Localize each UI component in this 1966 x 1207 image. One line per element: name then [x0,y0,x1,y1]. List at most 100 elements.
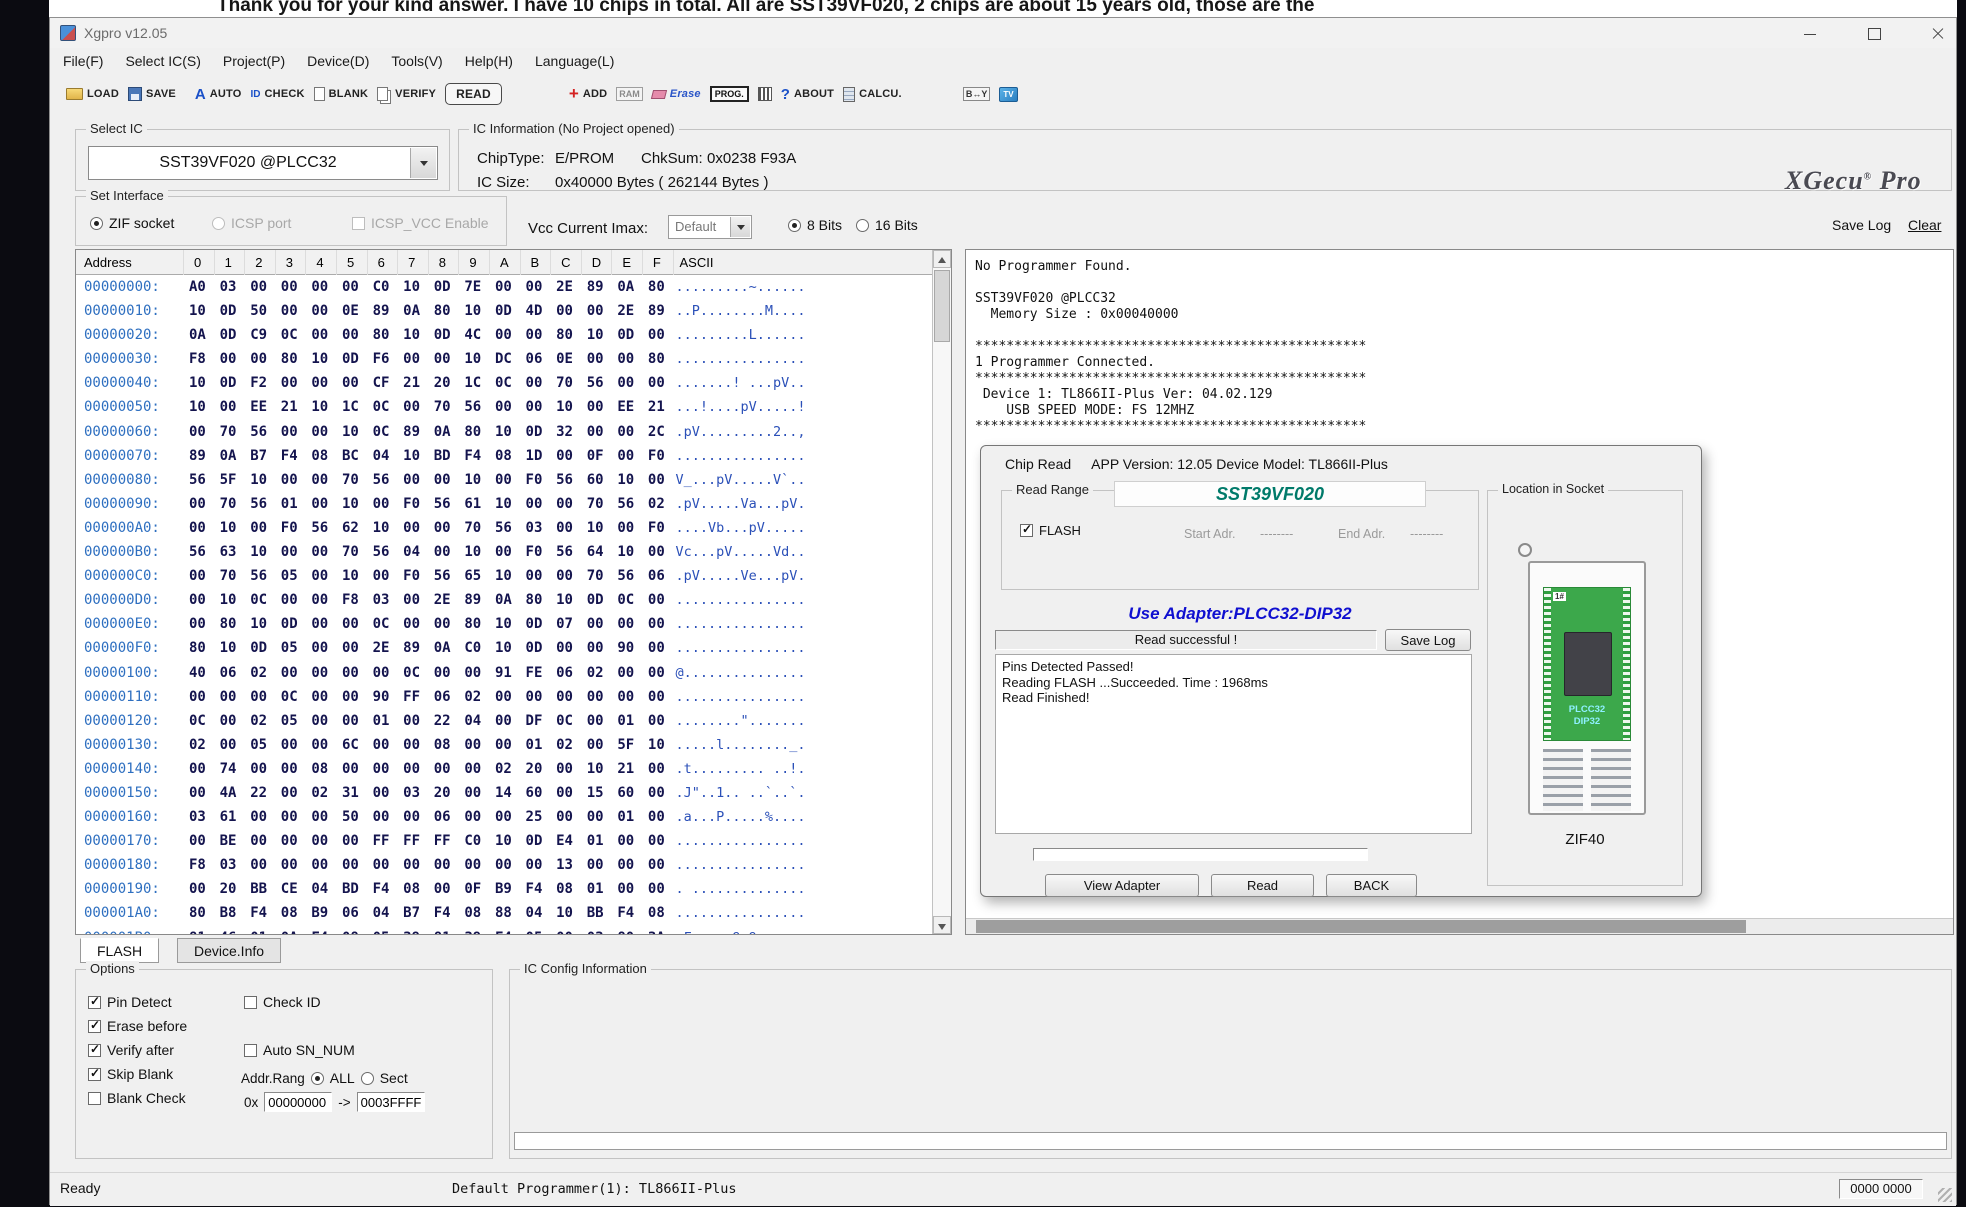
hex-byte[interactable]: 10 [306,395,337,419]
hex-byte[interactable]: 80 [184,636,215,660]
hex-byte[interactable]: 0A [429,420,460,444]
hex-byte[interactable]: 00 [306,853,337,877]
hex-byte[interactable]: 00 [368,757,399,781]
hex-byte[interactable]: 01 [368,709,399,733]
hex-byte[interactable]: 50 [245,299,276,323]
hex-byte[interactable]: 00 [276,805,307,829]
hex-byte[interactable]: 03 [184,805,215,829]
hex-byte[interactable]: 00 [276,275,307,299]
hex-byte[interactable]: 60 [582,468,613,492]
hex-byte[interactable]: 00 [184,516,215,540]
hex-byte[interactable]: 00 [643,685,674,709]
radio-icon[interactable] [212,217,225,230]
hex-byte[interactable]: 00 [398,516,429,540]
hex-byte[interactable]: 80 [184,901,215,925]
hex-byte[interactable]: 03 [215,853,246,877]
hex-byte[interactable]: 0D [521,829,552,853]
hex-byte[interactable]: 80 [551,323,582,347]
hex-byte[interactable]: 00 [612,420,643,444]
hex-byte[interactable]: 81 [184,926,215,934]
scroll-up-icon[interactable] [933,250,951,268]
hex-byte[interactable]: 00 [643,588,674,612]
hex-byte[interactable]: 00 [215,685,246,709]
hex-byte[interactable]: 00 [337,275,368,299]
hex-byte[interactable]: 10 [490,636,521,660]
hex-byte[interactable]: F8 [184,853,215,877]
hex-byte[interactable]: 00 [459,661,490,685]
hex-byte[interactable]: 00 [612,853,643,877]
hex-byte[interactable]: 10 [398,323,429,347]
hex-byte[interactable]: 00 [551,492,582,516]
dialog-save-log-button[interactable]: Save Log [1385,629,1471,651]
hex-byte[interactable]: B9 [490,877,521,901]
hex-byte[interactable]: 00 [306,420,337,444]
about-button[interactable]: ?ABOUT [781,86,834,103]
hex-byte[interactable]: 00 [582,420,613,444]
checkbox-icon[interactable] [88,1020,101,1033]
hex-byte[interactable]: 00 [306,564,337,588]
hex-byte[interactable]: 70 [582,492,613,516]
hex-byte[interactable]: 00 [245,829,276,853]
hex-byte[interactable]: 00 [643,612,674,636]
hex-byte[interactable]: 00 [398,395,429,419]
checkbox-icon[interactable] [88,996,101,1009]
hex-byte[interactable]: 70 [215,564,246,588]
save-log-link[interactable]: Save Log [1832,217,1891,233]
hex-byte[interactable]: 0C [276,685,307,709]
hex-byte[interactable]: 00 [643,661,674,685]
hex-byte[interactable]: 03 [215,275,246,299]
checkbox-icon[interactable] [352,217,365,230]
hex-byte[interactable]: 10 [612,540,643,564]
hex-byte[interactable]: 00 [490,468,521,492]
hex-byte[interactable]: 1C [459,371,490,395]
hex-byte[interactable]: 10 [490,612,521,636]
hex-byte[interactable]: 10 [245,540,276,564]
hex-byte[interactable]: 00 [551,685,582,709]
hex-byte[interactable]: 1C [337,395,368,419]
hex-byte[interactable]: 50 [337,805,368,829]
hex-byte[interactable]: 00 [551,636,582,660]
hex-byte[interactable]: 88 [490,901,521,925]
hex-byte[interactable]: 00 [184,877,215,901]
hex-byte[interactable]: 4C [459,323,490,347]
hex-byte[interactable]: 02 [551,733,582,757]
hex-byte[interactable]: 08 [643,901,674,925]
radio-icon[interactable] [788,219,801,232]
hex-byte[interactable]: 00 [551,757,582,781]
hex-byte[interactable]: 56 [490,516,521,540]
menu-item-language[interactable]: Language(L) [524,48,625,74]
hex-byte[interactable]: 89 [398,636,429,660]
hex-byte[interactable]: 08 [551,877,582,901]
hex-byte[interactable]: 74 [215,757,246,781]
hex-byte[interactable]: 0A [184,323,215,347]
icsp-port-radio[interactable]: ICSP port [212,215,291,231]
hex-byte[interactable]: 00 [459,733,490,757]
hex-byte[interactable]: 0C [368,420,399,444]
hex-byte[interactable]: 32 [551,420,582,444]
hex-byte[interactable]: 70 [582,564,613,588]
barcode-button[interactable] [758,87,772,101]
hex-byte[interactable]: 10 [215,588,246,612]
hex-byte[interactable]: 00 [276,299,307,323]
hex-byte[interactable]: 00 [643,829,674,853]
hex-byte[interactable]: 00 [398,853,429,877]
hex-byte[interactable]: 00 [276,829,307,853]
hex-byte[interactable]: 00 [551,926,582,934]
hex-byte[interactable]: F4 [521,877,552,901]
hex-byte[interactable]: 10 [215,516,246,540]
hex-byte[interactable]: 63 [215,540,246,564]
flash-checkbox-row[interactable]: FLASH [1020,523,1081,538]
hex-byte[interactable]: 00 [429,877,460,901]
hex-byte[interactable]: 0C [551,709,582,733]
hex-byte[interactable]: 00 [306,612,337,636]
hex-byte[interactable]: 00 [429,757,460,781]
hex-byte[interactable]: 81 [429,926,460,934]
hex-byte[interactable]: 0C [184,709,215,733]
hex-byte[interactable]: 0D [612,323,643,347]
hex-byte[interactable]: 00 [337,853,368,877]
hex-byte[interactable]: 22 [429,709,460,733]
hex-byte[interactable]: 04 [459,709,490,733]
hex-byte[interactable]: 10 [582,516,613,540]
hex-byte[interactable]: 00 [490,709,521,733]
hex-byte[interactable]: 0A [398,299,429,323]
